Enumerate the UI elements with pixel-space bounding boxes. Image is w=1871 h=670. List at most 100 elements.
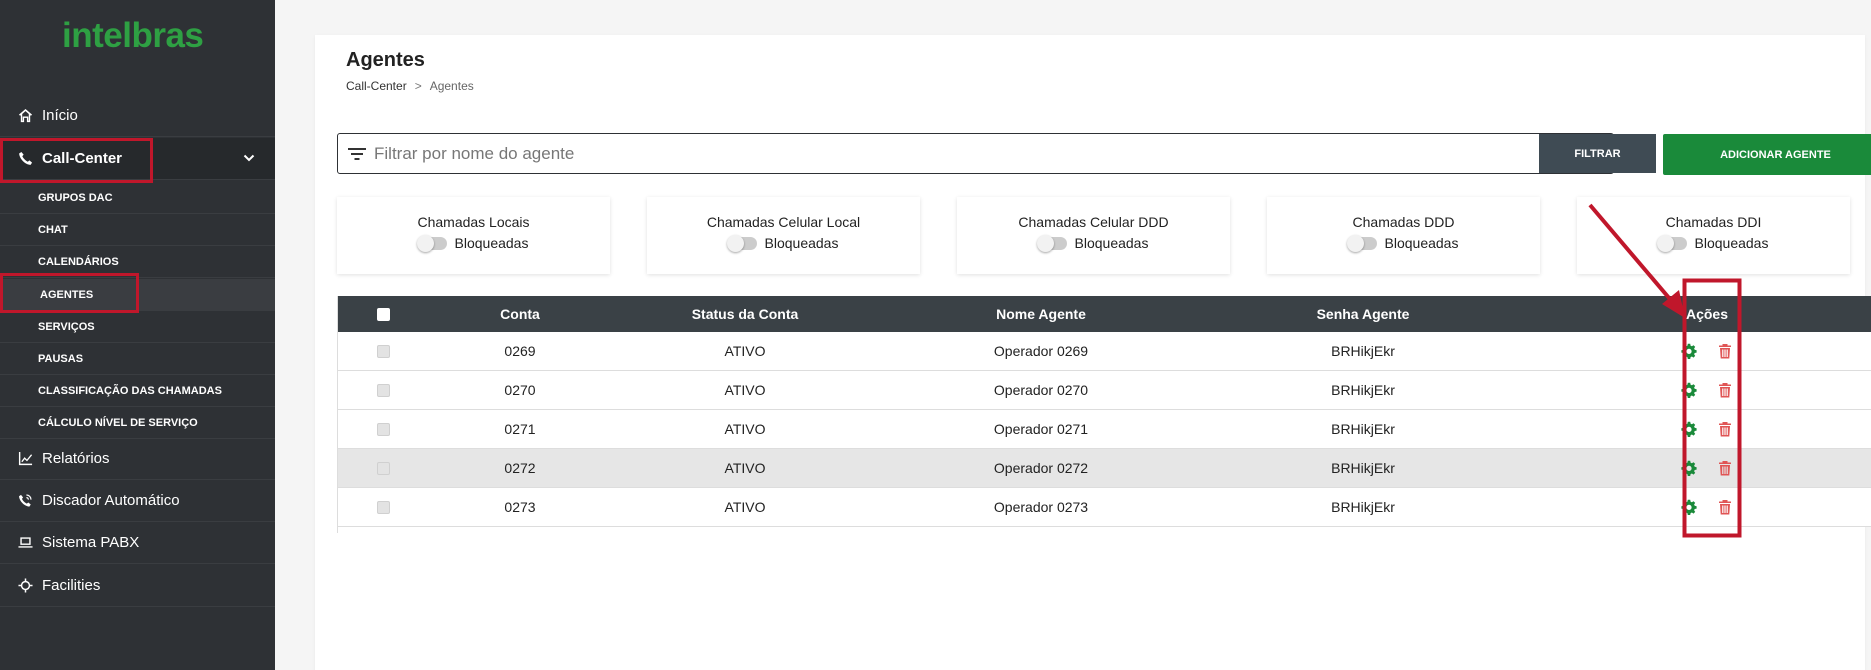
cell-senha: BRHikjEkr <box>1331 343 1395 359</box>
breadcrumb-separator: > <box>414 79 422 93</box>
filter-field[interactable] <box>337 133 1614 174</box>
agents-table: Conta Status da Conta Nome Agente Senha … <box>337 296 1871 533</box>
cell-conta: 0270 <box>504 382 536 398</box>
cell-senha: BRHikjEkr <box>1331 499 1395 515</box>
sidebar-item-label: Call-Center <box>42 150 123 167</box>
submenu-item-calendarios[interactable]: CALENDÁRIOS <box>0 246 275 278</box>
gear-icon[interactable] <box>1681 382 1697 398</box>
card-status: Bloqueadas <box>764 235 839 251</box>
content-panel: Agentes Call-Center > Agentes FILTRAR ADIC… <box>315 35 1871 670</box>
sidebar-item-label: Início <box>42 107 78 124</box>
submenu-item-chat[interactable]: CHAT <box>0 214 275 246</box>
cell-senha: BRHikjEkr <box>1331 421 1395 437</box>
submenu-item-classificacao[interactable]: CLASSIFICAÇÃO DAS CHAMADAS <box>0 375 275 407</box>
cell-conta: 0273 <box>504 499 536 515</box>
gear-icon[interactable] <box>1681 421 1697 437</box>
intelbras-logo: intelbras <box>62 16 204 55</box>
card-status: Bloqueadas <box>454 235 529 251</box>
sidebar-item-facilities[interactable]: Facilities <box>0 565 275 607</box>
sidebar-item-inicio[interactable]: Início <box>0 95 275 137</box>
submenu-item-agentes[interactable]: AGENTES <box>0 279 275 311</box>
crosshair-icon <box>16 577 34 595</box>
trash-icon[interactable] <box>1717 460 1733 476</box>
select-all-checkbox[interactable] <box>377 307 390 321</box>
chart-icon <box>16 450 34 468</box>
table-row[interactable]: 0269 ATIVO Operador 0269 BRHikjEkr <box>337 332 1871 371</box>
filter-button[interactable]: FILTRAR <box>1539 134 1656 173</box>
cell-status: ATIVO <box>724 499 766 515</box>
table-border <box>337 296 338 533</box>
cell-nome: Operador 0270 <box>993 382 1089 398</box>
row-checkbox[interactable] <box>377 383 390 397</box>
sidebar-item-discador[interactable]: Discador Automático <box>0 480 275 522</box>
row-checkbox[interactable] <box>377 344 390 358</box>
cell-status: ATIVO <box>724 421 766 437</box>
call-restriction-card: Chamadas Locais Bloqueadas <box>337 197 610 274</box>
filter-input[interactable] <box>374 143 1474 164</box>
breadcrumb: Call-Center > Agentes <box>346 79 474 93</box>
block-toggle[interactable] <box>1346 234 1377 252</box>
page-title: Agentes <box>346 49 425 71</box>
call-restriction-card: Chamadas DDD Bloqueadas <box>1267 197 1540 274</box>
row-checkbox[interactable] <box>377 500 390 514</box>
submenu-item-calculo-nivel[interactable]: CÁLCULO NÍVEL DE SERVIÇO <box>0 407 275 439</box>
sidebar-item-sistema-pabx[interactable]: Sistema PABX <box>0 522 275 564</box>
main-content: Agentes Call-Center > Agentes FILTRAR ADIC… <box>275 0 1871 670</box>
row-checkbox[interactable] <box>377 461 390 475</box>
sidebar-item-label: Discador Automático <box>42 492 180 509</box>
header-senha[interactable]: Senha Agente <box>1202 306 1524 322</box>
cell-conta: 0269 <box>504 343 536 359</box>
submenu-item-pausas[interactable]: PAUSAS <box>0 343 275 375</box>
table-row[interactable]: 0271 ATIVO Operador 0271 BRHikjEkr <box>337 410 1871 449</box>
gear-icon[interactable] <box>1681 499 1697 515</box>
sidebar-item-relatorios[interactable]: Relatórios <box>0 438 275 480</box>
cell-nome: Operador 0269 <box>993 343 1089 359</box>
cell-nome: Operador 0271 <box>993 421 1089 437</box>
block-toggle[interactable] <box>1036 234 1067 252</box>
header-acoes: Ações <box>1685 306 1729 322</box>
header-conta[interactable]: Conta <box>430 306 610 322</box>
row-checkbox[interactable] <box>377 422 390 436</box>
header-nome[interactable]: Nome Agente <box>880 306 1202 322</box>
table-row[interactable]: 0270 ATIVO Operador 0270 BRHikjEkr <box>337 371 1871 410</box>
card-title: Chamadas Locais <box>417 214 530 230</box>
trash-icon[interactable] <box>1717 343 1733 359</box>
cell-status: ATIVO <box>724 343 766 359</box>
gear-icon[interactable] <box>1681 460 1697 476</box>
block-toggle[interactable] <box>726 234 757 252</box>
phone-icon <box>16 150 34 168</box>
breadcrumb-current: Agentes <box>429 79 474 93</box>
cell-status: ATIVO <box>724 382 766 398</box>
table-row[interactable]: 0272 ATIVO Operador 0272 BRHikjEkr <box>337 449 1871 488</box>
submenu-item-grupos-dac[interactable]: GRUPOS DAC <box>0 182 275 214</box>
card-title: Chamadas Celular DDD <box>1018 214 1169 230</box>
filter-icon <box>348 147 366 160</box>
trash-icon[interactable] <box>1717 421 1733 437</box>
card-status: Bloqueadas <box>1074 235 1149 251</box>
trash-icon[interactable] <box>1717 382 1733 398</box>
gear-icon[interactable] <box>1681 343 1697 359</box>
sidebar-item-label: Relatórios <box>42 450 110 467</box>
table-header: Conta Status da Conta Nome Agente Senha … <box>337 296 1871 332</box>
chevron-down-icon[interactable] <box>243 152 255 164</box>
call-restriction-card: Chamadas Celular Local Bloqueadas <box>647 197 920 274</box>
cell-nome: Operador 0272 <box>993 460 1089 476</box>
submenu-item-servicos[interactable]: SERVIÇOS <box>0 311 275 343</box>
sidebar: intelbras Início Call-Center GRUPOS DAC … <box>0 0 275 670</box>
cell-conta: 0272 <box>504 460 536 476</box>
add-agent-button[interactable]: ADICIONAR AGENTE <box>1663 134 1871 175</box>
header-status[interactable]: Status da Conta <box>610 306 880 322</box>
breadcrumb-parent-link[interactable]: Call-Center <box>346 79 407 93</box>
block-toggle[interactable] <box>1656 234 1687 252</box>
cell-senha: BRHikjEkr <box>1331 382 1395 398</box>
cell-nome: Operador 0273 <box>993 499 1089 515</box>
phone-volume-icon <box>16 492 34 510</box>
card-title: Chamadas DDI <box>1665 214 1762 230</box>
table-row[interactable]: 0273 ATIVO Operador 0273 BRHikjEkr <box>337 488 1871 527</box>
call-restriction-card: Chamadas Celular DDD Bloqueadas <box>957 197 1230 274</box>
trash-icon[interactable] <box>1717 499 1733 515</box>
sidebar-item-label: Facilities <box>42 577 101 594</box>
block-toggle[interactable] <box>416 234 447 252</box>
cell-senha: BRHikjEkr <box>1331 460 1395 476</box>
sidebar-item-call-center[interactable]: Call-Center <box>0 138 275 180</box>
